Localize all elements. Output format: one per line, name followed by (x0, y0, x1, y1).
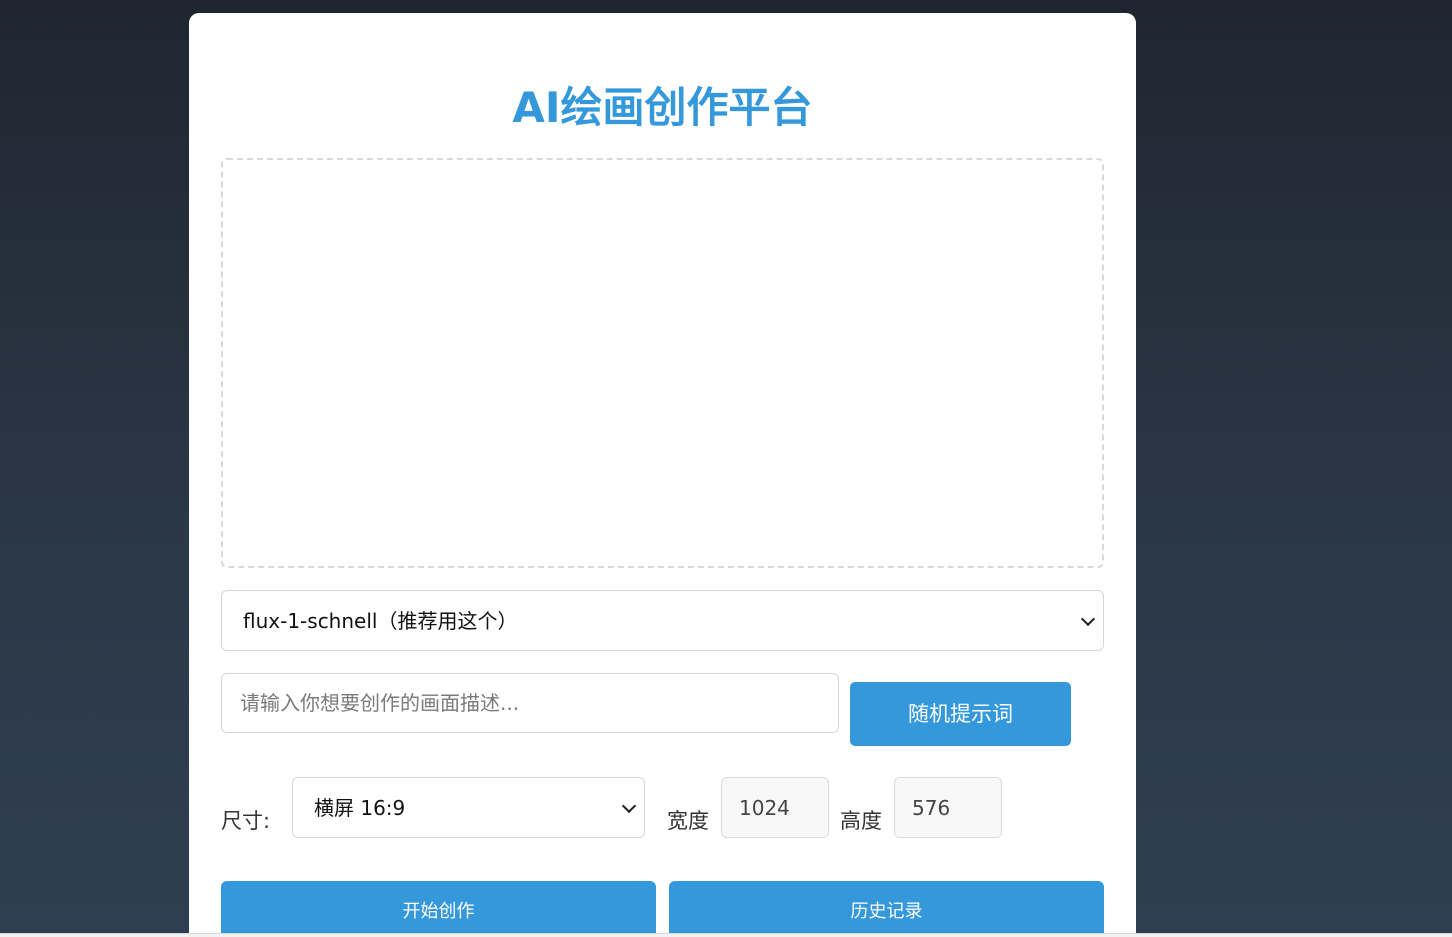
image-preview-area (221, 158, 1104, 568)
history-button[interactable]: 历史记录 (669, 881, 1104, 937)
height-value: 576 (912, 796, 951, 820)
window-bottom-edge (0, 933, 1452, 937)
page-title: AI绘画创作平台 (512, 83, 813, 132)
height-input[interactable]: 576 (894, 777, 1002, 838)
prompt-input[interactable]: 请输入你想要创作的画面描述... (221, 673, 839, 733)
prompt-placeholder: 请输入你想要创作的画面描述... (240, 691, 520, 715)
chevron-down-icon (1080, 611, 1096, 627)
height-label: 高度 (840, 809, 882, 833)
width-value: 1024 (739, 796, 790, 820)
model-select-value: flux-1-schnell（推荐用这个） (243, 609, 518, 633)
chevron-down-icon (621, 798, 637, 814)
size-label: 尺寸: (221, 809, 271, 833)
size-select-value: 横屏 16:9 (314, 796, 406, 820)
model-select[interactable]: flux-1-schnell（推荐用这个） (221, 590, 1104, 651)
width-label: 宽度 (667, 809, 709, 833)
main-card: AI绘画创作平台 flux-1-schnell（推荐用这个） 请输入你想要创作的… (189, 13, 1136, 937)
size-select[interactable]: 横屏 16:9 (292, 777, 645, 838)
start-create-button[interactable]: 开始创作 (221, 881, 656, 937)
width-input[interactable]: 1024 (721, 777, 829, 838)
random-prompt-button[interactable]: 随机提示词 (850, 682, 1071, 746)
